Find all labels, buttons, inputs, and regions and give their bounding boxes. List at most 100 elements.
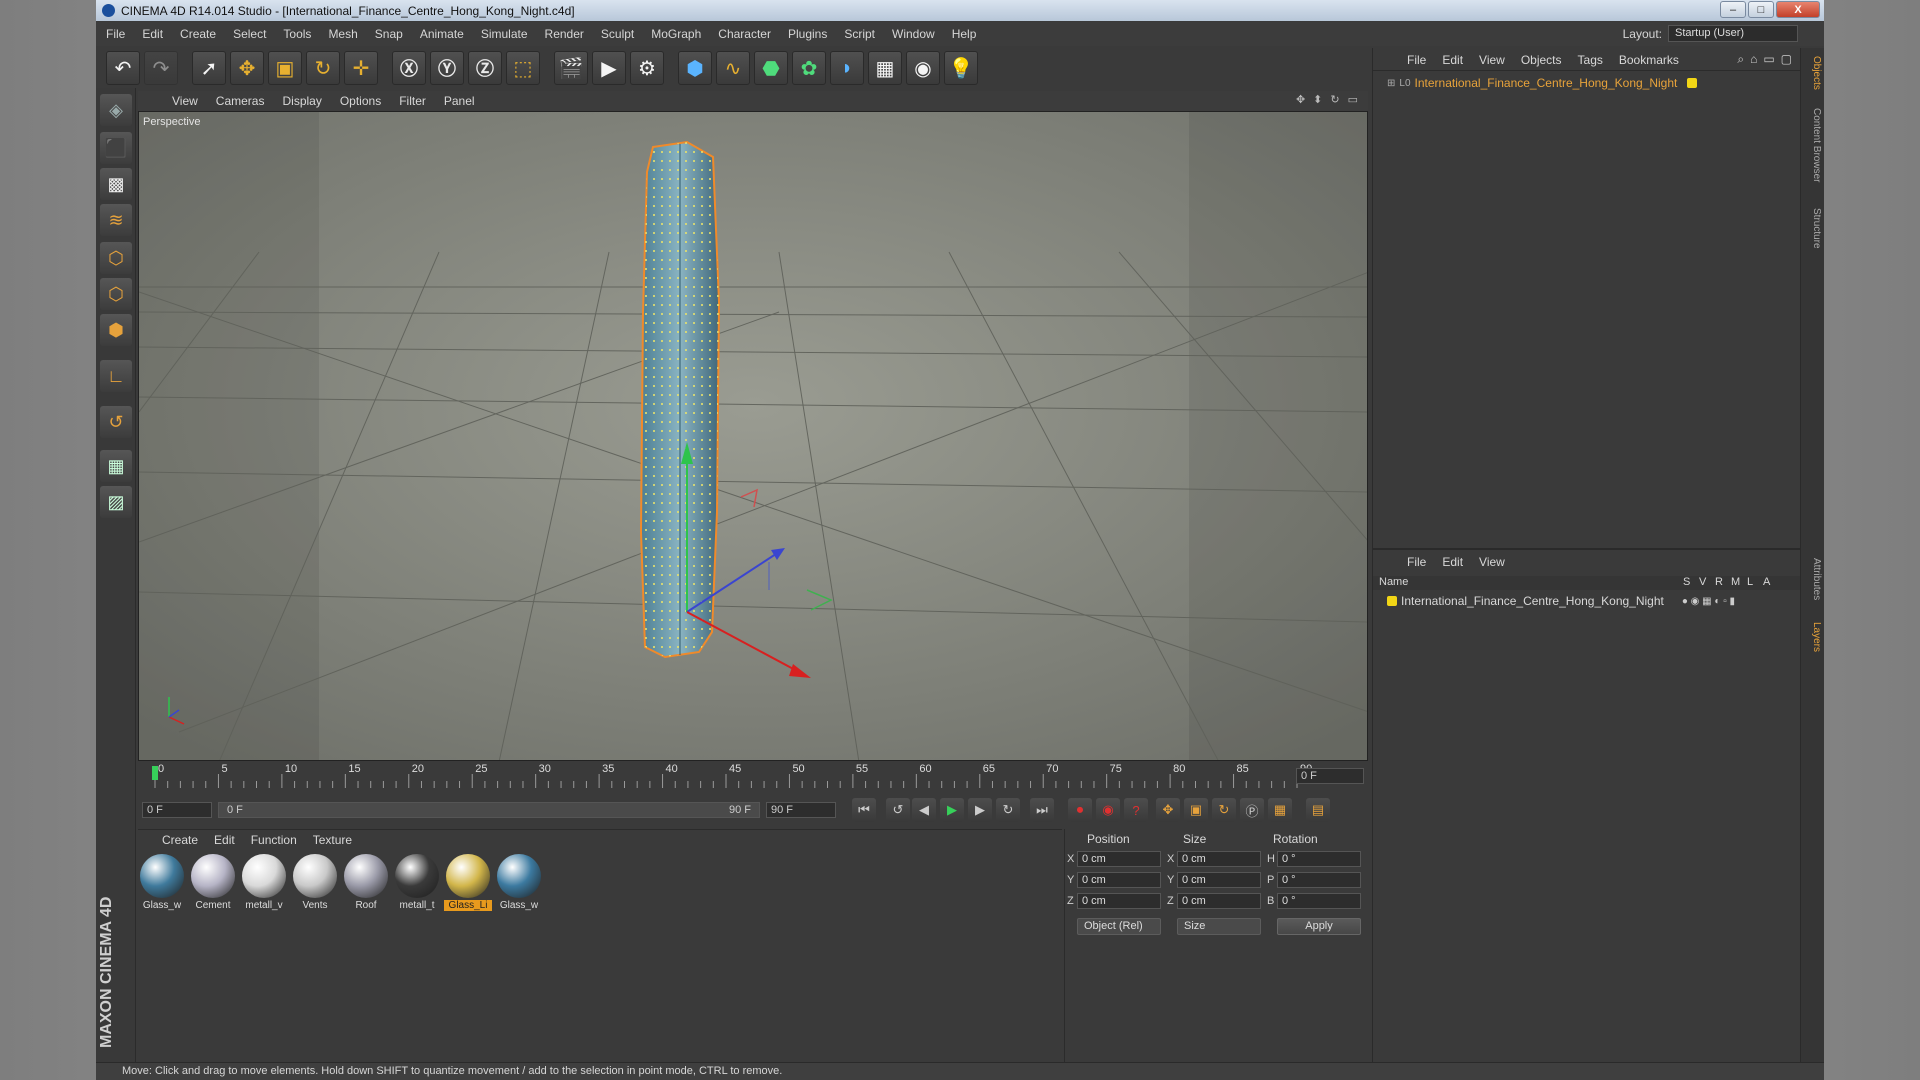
menu-mograph[interactable]: MoGraph: [651, 27, 701, 41]
menu-snap[interactable]: Snap: [375, 27, 403, 41]
live-selection-icon[interactable]: ➚: [192, 51, 226, 85]
coordinate-mode-dropdown[interactable]: Object (Rel): [1077, 918, 1161, 935]
layer-color-swatch[interactable]: [1387, 596, 1397, 606]
tab-attributes[interactable]: Attributes: [1804, 558, 1822, 600]
layout-dropdown[interactable]: Startup (User): [1668, 25, 1798, 42]
previous-key-icon[interactable]: ↺: [886, 798, 910, 822]
menu-render[interactable]: Render: [545, 27, 584, 41]
tweak-mode-icon[interactable]: ↺: [100, 406, 132, 438]
start-frame-field[interactable]: 0 F: [142, 802, 212, 818]
coordinate-system-icon[interactable]: ⬚: [506, 51, 540, 85]
size-mode-dropdown[interactable]: Size: [1177, 918, 1261, 935]
play-icon[interactable]: ▶: [940, 798, 964, 822]
move-tool-icon[interactable]: ✥: [230, 51, 264, 85]
material-swatch[interactable]: Roof: [342, 852, 390, 912]
layer-menu-file[interactable]: File: [1407, 555, 1426, 569]
key-parameter-icon[interactable]: Ⓟ: [1240, 798, 1264, 822]
tab-content-browser[interactable]: Content Browser: [1804, 108, 1822, 182]
previous-frame-icon[interactable]: ◀: [912, 798, 936, 822]
home-icon[interactable]: ⌂: [1750, 52, 1757, 67]
next-frame-icon[interactable]: ▶: [968, 798, 992, 822]
object-menu-tags[interactable]: Tags: [1578, 53, 1603, 67]
expand-icon[interactable]: ⊞: [1387, 78, 1395, 89]
make-editable-icon[interactable]: ◈: [100, 94, 132, 126]
layer-row[interactable]: International_Finance_Centre_Hong_Kong_N…: [1387, 594, 1735, 608]
rotation-h-field[interactable]: 0 °: [1277, 851, 1361, 867]
maximize-button[interactable]: □: [1748, 1, 1774, 18]
timeline-ruler[interactable]: 051015202530354045505560657075808590 0 F: [138, 762, 1368, 790]
collapse-icon[interactable]: ▭: [1763, 52, 1774, 67]
keyframe-selection-icon[interactable]: ?: [1124, 798, 1148, 822]
material-menu-edit[interactable]: Edit: [214, 833, 235, 847]
timeline-window-icon[interactable]: ▤: [1306, 798, 1330, 822]
material-menu-texture[interactable]: Texture: [313, 833, 352, 847]
menu-mesh[interactable]: Mesh: [328, 27, 357, 41]
menu-create[interactable]: Create: [180, 27, 216, 41]
range-slider[interactable]: 0 F 90 F: [218, 802, 760, 818]
key-scale-icon[interactable]: ▣: [1184, 798, 1208, 822]
key-position-icon[interactable]: ✥: [1156, 798, 1180, 822]
camera-icon[interactable]: ◉: [906, 51, 940, 85]
menu-character[interactable]: Character: [718, 27, 771, 41]
layer-toggle-icons[interactable]: ● ◉ ▦ ◐ ▫ ▮: [1682, 596, 1735, 607]
goto-start-icon[interactable]: ⏮: [852, 798, 876, 822]
points-mode-icon[interactable]: ⬡: [100, 242, 132, 274]
menu-file[interactable]: File: [106, 27, 125, 41]
rotate-tool-icon[interactable]: ↻: [306, 51, 340, 85]
rotation-b-field[interactable]: 0 °: [1277, 893, 1361, 909]
menu-script[interactable]: Script: [844, 27, 875, 41]
object-name[interactable]: International_Finance_Centre_Hong_Kong_N…: [1415, 76, 1678, 90]
menu-edit[interactable]: Edit: [142, 27, 163, 41]
texture-mode-icon[interactable]: ▩: [100, 168, 132, 200]
viewport-menu-display[interactable]: Display: [282, 94, 321, 108]
object-menu-objects[interactable]: Objects: [1521, 53, 1562, 67]
tab-structure[interactable]: Structure: [1804, 208, 1822, 249]
render-settings-icon[interactable]: ⚙: [630, 51, 664, 85]
viewport-menu-view[interactable]: View: [172, 94, 198, 108]
material-menu-create[interactable]: Create: [162, 833, 198, 847]
x-axis-lock-icon[interactable]: Ⓧ: [392, 51, 426, 85]
next-key-icon[interactable]: ↻: [996, 798, 1020, 822]
material-swatch[interactable]: Cement: [189, 852, 237, 912]
viewport-menu-panel[interactable]: Panel: [444, 94, 475, 108]
menu-select[interactable]: Select: [233, 27, 266, 41]
key-pla-icon[interactable]: ▦: [1268, 798, 1292, 822]
menu-help[interactable]: Help: [952, 27, 977, 41]
redo-icon[interactable]: ↷: [144, 51, 178, 85]
close-button[interactable]: X: [1776, 1, 1820, 18]
size-x-field[interactable]: 0 cm: [1177, 851, 1261, 867]
cube-primitive-icon[interactable]: ⬢: [678, 51, 712, 85]
model-mode-icon[interactable]: ⬛: [100, 132, 132, 164]
size-y-field[interactable]: 0 cm: [1177, 872, 1261, 888]
layer-name[interactable]: International_Finance_Centre_Hong_Kong_N…: [1401, 594, 1664, 608]
zoom-icon[interactable]: ⬍: [1313, 93, 1322, 106]
object-row[interactable]: ⊞ L0 International_Finance_Centre_Hong_K…: [1387, 76, 1698, 90]
menu-tools[interactable]: Tools: [283, 27, 311, 41]
material-swatch[interactable]: Vents: [291, 852, 339, 912]
light-icon[interactable]: 💡: [944, 51, 978, 85]
material-menu-function[interactable]: Function: [251, 833, 297, 847]
viewport-menu-cameras[interactable]: Cameras: [216, 94, 265, 108]
render-picture-viewer-icon[interactable]: ▶: [592, 51, 626, 85]
perspective-viewport[interactable]: Perspective: [138, 111, 1368, 761]
object-menu-file[interactable]: File: [1407, 53, 1426, 67]
floor-icon[interactable]: ▦: [868, 51, 902, 85]
spline-pen-icon[interactable]: ∿: [716, 51, 750, 85]
end-frame-field[interactable]: 90 F: [766, 802, 836, 818]
object-menu-bookmarks[interactable]: Bookmarks: [1619, 53, 1679, 67]
snap-icon[interactable]: ▦: [100, 450, 132, 482]
record-icon[interactable]: ⏺: [1068, 798, 1092, 822]
menu-simulate[interactable]: Simulate: [481, 27, 528, 41]
layer-menu-view[interactable]: View: [1479, 555, 1505, 569]
tab-layers[interactable]: Layers: [1804, 622, 1822, 652]
material-swatch[interactable]: metall_v: [240, 852, 288, 912]
orbit-icon[interactable]: ↻: [1330, 93, 1339, 106]
scale-tool-icon[interactable]: ▣: [268, 51, 302, 85]
size-z-field[interactable]: 0 cm: [1177, 893, 1261, 909]
pan-icon[interactable]: ✥: [1296, 93, 1305, 106]
maximize-view-icon[interactable]: ▭: [1348, 93, 1358, 106]
y-axis-lock-icon[interactable]: Ⓨ: [430, 51, 464, 85]
render-view-icon[interactable]: 🎬: [554, 51, 588, 85]
deformer-icon[interactable]: ◗: [830, 51, 864, 85]
goto-end-icon[interactable]: ⏭: [1030, 798, 1054, 822]
